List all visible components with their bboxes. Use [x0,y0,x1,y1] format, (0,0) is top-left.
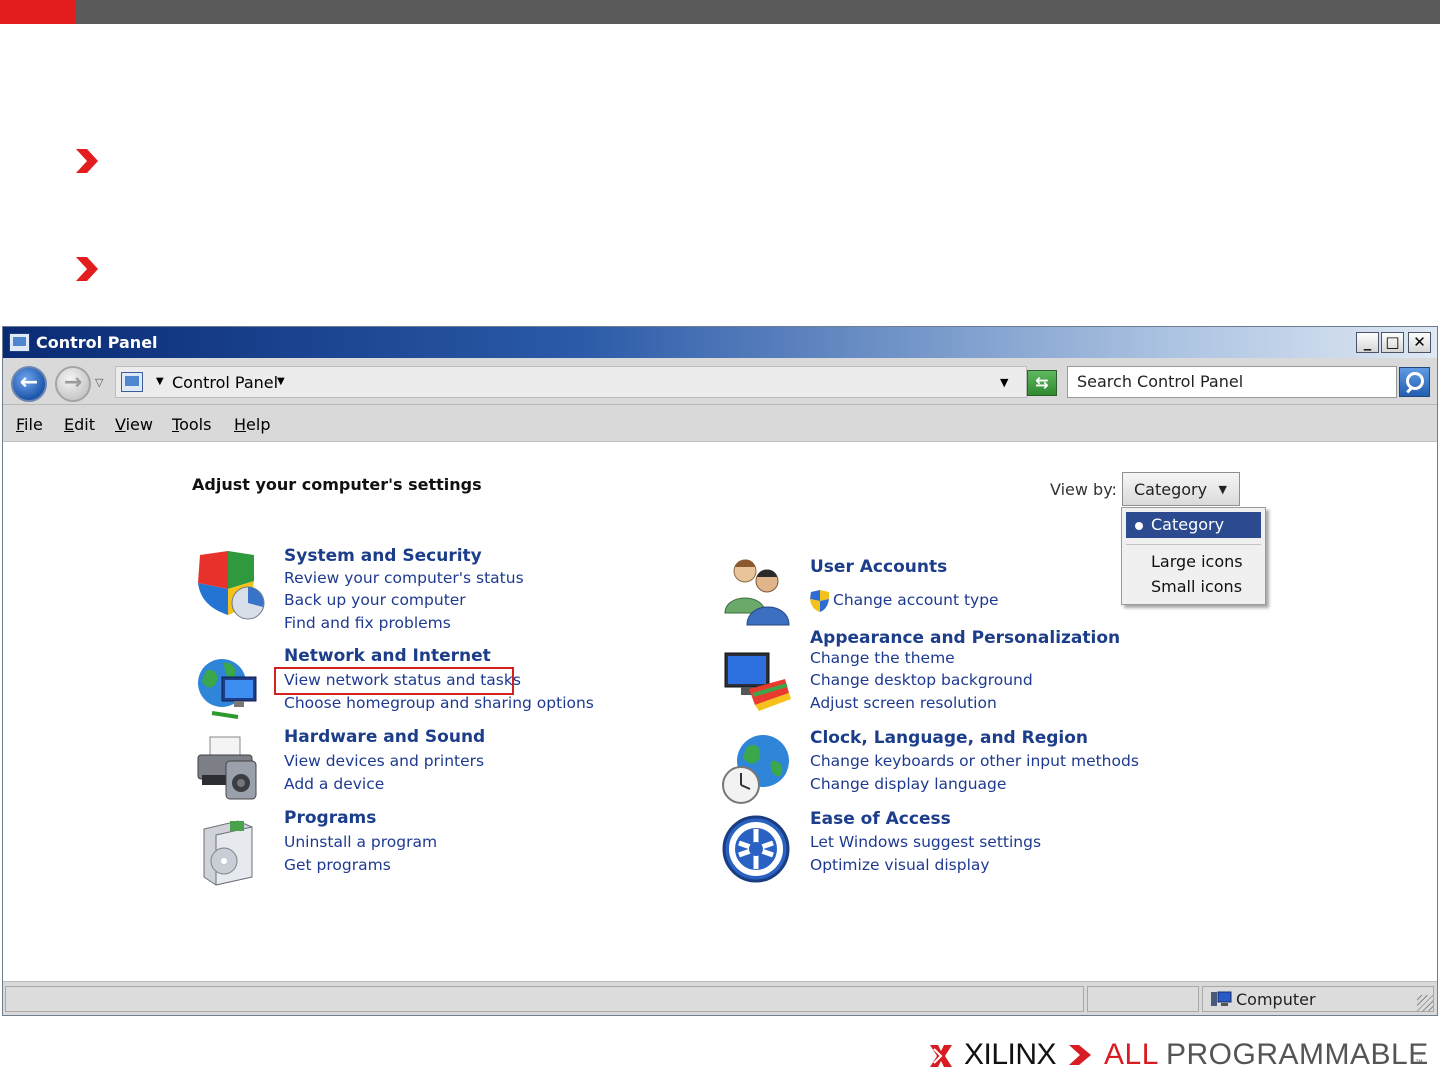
link-uninstall-program[interactable]: Uninstall a program [284,833,437,851]
network-globe-icon[interactable] [192,651,266,725]
view-option-small-icons[interactable]: Small icons [1151,577,1242,596]
chevron-right-icon [1069,1045,1091,1065]
status-location: Computer [1236,990,1316,1009]
link-desktop-background[interactable]: Change desktop background [810,671,1033,689]
category-title-appearance[interactable]: Appearance and Personalization [810,628,1120,648]
link-screen-resolution[interactable]: Adjust screen resolution [810,694,997,712]
link-add-device[interactable]: Add a device [284,775,384,793]
menu-separator [1126,544,1261,545]
slide-top-bar [0,0,1440,24]
category-title-clock-language[interactable]: Clock, Language, and Region [810,728,1088,748]
minimize-button[interactable]: _ [1356,332,1379,353]
shield-icon[interactable] [192,549,266,623]
view-by-menu: Category Large icons Small icons [1121,507,1266,605]
link-change-theme[interactable]: Change the theme [810,649,955,667]
link-view-network-status[interactable]: View network status and tasks [284,671,521,689]
title-bar[interactable]: Control Panel _ □ ✕ [3,327,1437,358]
brand-name: XILINX [964,1038,1057,1071]
chevron-bullet-icon [76,149,98,173]
programs-box-icon[interactable] [192,813,266,887]
menu-tools[interactable]: Tools [172,415,211,434]
breadcrumb[interactable]: Control Panel [172,373,278,392]
address-history-dropdown-icon[interactable]: ▼ [1000,376,1008,389]
control-panel-window: Control Panel _ □ ✕ ← → ▽ ▼ Control Pane… [2,326,1438,1016]
resize-grip-icon[interactable] [1417,995,1433,1011]
menu-bar: File Edit View Tools Help [3,405,1437,442]
ease-of-access-icon[interactable] [719,813,793,887]
chevron-down-icon: ▼ [1218,483,1227,496]
maximize-button[interactable]: □ [1381,332,1404,353]
link-change-account-type[interactable]: Change account type [833,591,999,609]
control-panel-icon [9,333,30,352]
status-bar: Computer [3,981,1437,1015]
trademark: ™ [1415,1058,1423,1067]
forward-button[interactable]: → [55,366,91,402]
link-change-keyboards[interactable]: Change keyboards or other input methods [810,752,1139,770]
link-windows-suggest[interactable]: Let Windows suggest settings [810,833,1041,851]
search-icon[interactable] [1399,367,1430,397]
page-title: Adjust your computer's settings [192,475,482,494]
menu-edit[interactable]: Edit [64,415,95,434]
link-display-language[interactable]: Change display language [810,775,1006,793]
monitor-palette-icon[interactable] [719,645,793,719]
control-panel-icon [121,372,143,392]
link-devices-printers[interactable]: View devices and printers [284,752,484,770]
view-option-large-icons[interactable]: Large icons [1151,552,1243,571]
link-optimize-display[interactable]: Optimize visual display [810,856,990,874]
menu-help[interactable]: Help [234,415,270,434]
menu-view[interactable]: View [115,415,153,434]
status-panel [1087,986,1199,1012]
tagline-all: ALL [1104,1038,1159,1071]
chevron-down-icon[interactable]: ▼ [277,376,285,387]
refresh-button[interactable]: ⇆ [1027,370,1057,396]
users-icon[interactable] [719,553,793,627]
xilinx-mark-icon [930,1045,952,1067]
menu-file[interactable]: File [16,415,43,434]
status-panel [5,986,1084,1012]
printer-icon[interactable] [192,731,266,805]
category-title-user-accounts[interactable]: User Accounts [810,557,947,577]
address-field[interactable]: ▼ Control Panel ▼ ▼ [115,366,1027,398]
recent-pages-dropdown-icon[interactable]: ▽ [95,376,103,389]
link-get-programs[interactable]: Get programs [284,856,391,874]
window-title: Control Panel [36,333,158,352]
category-title-hardware-sound[interactable]: Hardware and Sound [284,727,485,747]
close-button[interactable]: ✕ [1408,332,1431,353]
view-by-selected: Category [1134,480,1208,499]
search-input[interactable]: Search Control Panel [1067,366,1397,398]
globe-clock-icon[interactable] [719,731,793,805]
tagline-programmable: PROGRAMMABLE [1166,1038,1429,1071]
chevron-down-icon[interactable]: ▼ [156,376,164,387]
uac-shield-icon [810,590,829,612]
address-toolbar: ← → ▽ ▼ Control Panel ▼ ▼ ⇆ Search Contr… [3,358,1437,405]
selected-dot-icon [1135,522,1143,530]
category-title-programs[interactable]: Programs [284,808,376,828]
link-review-status[interactable]: Review your computer's status [284,569,524,587]
link-back-up[interactable]: Back up your computer [284,591,466,609]
category-title-ease-of-access[interactable]: Ease of Access [810,809,951,829]
content-area: Adjust your computer's settings System a… [3,443,1437,981]
computer-icon [1211,991,1232,1006]
view-by-label: View by: [1050,480,1117,499]
link-homegroup-sharing[interactable]: Choose homegroup and sharing options [284,694,594,712]
back-button[interactable]: ← [11,366,47,402]
view-option-category[interactable]: Category [1126,512,1261,538]
chevron-bullet-icon [76,257,98,281]
view-by-dropdown[interactable]: Category ▼ [1122,472,1240,506]
category-title-network-internet[interactable]: Network and Internet [284,646,491,666]
slide-accent-block [0,0,76,24]
category-title-system-security[interactable]: System and Security [284,546,482,566]
link-find-fix[interactable]: Find and fix problems [284,614,451,632]
